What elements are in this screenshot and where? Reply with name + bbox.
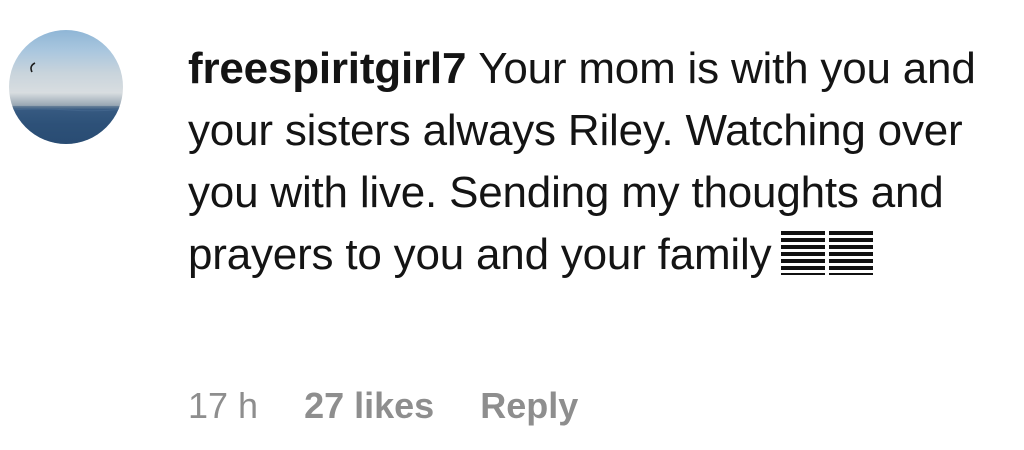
emoji-run [781,230,877,292]
unsupported-glyph-icon [781,231,826,275]
unsupported-glyph-icon [829,231,874,275]
avatar[interactable] [9,30,123,144]
comment-meta: 17 h 27 likes Reply [188,385,578,427]
timestamp[interactable]: 17 h [188,385,258,427]
comment: freespiritgirl7 Your mom is with you and … [0,0,1024,450]
likes-count[interactable]: 27 likes [304,385,434,427]
profile-photo-seascape-icon [9,62,123,144]
username[interactable]: freespiritgirl7 [188,44,466,93]
comment-body: freespiritgirl7 Your mom is with you and … [188,38,1018,292]
reply-button[interactable]: Reply [480,385,578,427]
